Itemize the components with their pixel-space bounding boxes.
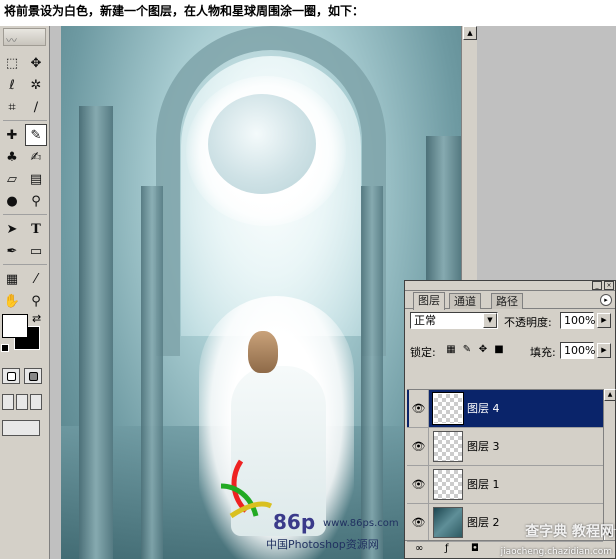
watermark-url: www.86ps.com <box>323 518 399 529</box>
notes-icon[interactable]: ▦ <box>1 268 23 290</box>
tab-layers[interactable]: 图层 <box>413 292 445 310</box>
pillar <box>141 186 163 559</box>
layers-panel: _ × 图层 通道 路径 ▸ 正常 ▼ 不透明度: 100% ▶ 锁定: ▦ ✎… <box>404 280 616 559</box>
blend-mode-select[interactable]: 正常 ▼ <box>410 312 498 329</box>
jump-to-imageready-icon[interactable] <box>2 420 40 436</box>
blend-mode-value: 正常 <box>414 314 436 327</box>
eraser-icon[interactable]: ▱ <box>1 168 23 190</box>
path-select-icon[interactable]: ➤ <box>1 218 23 240</box>
layer-style-icon[interactable]: ƒ <box>445 543 449 554</box>
panel-tabs: 图层 通道 路径 ▸ <box>405 291 615 310</box>
minimize-icon[interactable]: _ <box>592 281 602 290</box>
photoshop-workspace: 〰 ⬚ ✥ ℓ ✲ ⌗ ∕ ✚ ✎ ♣ ✍ ▱ ▤ ● ⚲ ➤ T ✒ ▭ ▦ … <box>0 26 616 559</box>
slice-icon[interactable]: ∕ <box>25 96 47 118</box>
lock-transparency-icon[interactable]: ▦ <box>445 344 457 356</box>
crop-icon[interactable]: ⌗ <box>1 96 23 118</box>
site-watermark: 查字典 教程网 <box>525 524 614 540</box>
default-colors-icon[interactable] <box>1 344 9 352</box>
scroll-up-icon[interactable]: ▲ <box>463 26 477 40</box>
pillar <box>79 106 113 559</box>
lasso-icon[interactable]: ℓ <box>1 74 23 96</box>
chevron-down-icon[interactable]: ▼ <box>483 313 497 328</box>
screen-mode-standard-icon[interactable] <box>2 394 14 410</box>
healing-brush-icon[interactable]: ✚ <box>1 124 23 146</box>
watermark-logo-icon <box>220 459 273 519</box>
panel-titlebar[interactable]: _ × <box>405 281 615 291</box>
tool-separator <box>3 214 47 215</box>
shape-icon[interactable]: ▭ <box>25 240 47 262</box>
quick-mask-icon[interactable] <box>24 368 42 384</box>
tool-separator <box>3 120 47 121</box>
layer-list: 👁 图层 4 👁 图层 3 👁 图层 1 👁 图层 2 <box>407 389 603 542</box>
layer-row[interactable]: 👁 图层 4 <box>407 390 603 428</box>
tab-channels[interactable]: 通道 <box>449 293 481 309</box>
figure-hair <box>248 331 278 373</box>
scroll-up-icon[interactable]: ▲ <box>604 389 616 401</box>
lock-move-icon[interactable]: ✥ <box>477 344 489 356</box>
layer-row[interactable]: 👁 图层 3 <box>407 428 603 466</box>
visibility-eye-icon[interactable]: 👁 <box>409 504 429 541</box>
magic-wand-icon[interactable]: ✲ <box>25 74 47 96</box>
watermark-site-name: 中国Photoshop资源网 <box>266 538 379 551</box>
close-icon[interactable]: × <box>604 281 614 290</box>
link-icon[interactable]: ∞ <box>415 543 423 554</box>
instruction-caption: 将前景设为白色，新建一个图层，在人物和星球周围涂一圈，如下： <box>4 4 365 18</box>
layer-name: 图层 2 <box>467 516 500 529</box>
toolbox: 〰 ⬚ ✥ ℓ ✲ ⌗ ∕ ✚ ✎ ♣ ✍ ▱ ▤ ● ⚲ ➤ T ✒ ▭ ▦ … <box>0 26 50 559</box>
standard-mode-icon[interactable] <box>2 368 20 384</box>
watermark-brand: 86p <box>273 510 316 534</box>
lock-label: 锁定: <box>410 346 436 359</box>
layer-name: 图层 3 <box>467 440 500 453</box>
type-icon[interactable]: T <box>25 218 47 240</box>
site-watermark-url: jiaocheng.chazidian.com <box>500 547 612 557</box>
planet <box>208 94 316 194</box>
move-icon[interactable]: ✥ <box>25 52 47 74</box>
lock-all-icon[interactable]: ■ <box>493 344 505 356</box>
layer-thumbnail <box>433 469 463 500</box>
pen-icon[interactable]: ✒ <box>1 240 23 262</box>
screen-mode-full-menu-icon[interactable] <box>16 394 28 410</box>
screen-mode-full-icon[interactable] <box>30 394 42 410</box>
zoom-icon[interactable]: ⚲ <box>25 290 47 312</box>
lock-row: 锁定: ▦ ✎ ✥ ■ 填充: 100% ▶ <box>405 339 615 363</box>
pillar <box>361 186 383 559</box>
layer-thumbnail <box>433 507 463 538</box>
opacity-input[interactable]: 100% <box>560 312 595 329</box>
tool-separator <box>3 264 47 265</box>
eyedropper-icon[interactable]: ⁄ <box>25 268 47 290</box>
swap-colors-icon[interactable]: ⇄ <box>32 312 41 325</box>
layer-name: 图层 4 <box>467 402 500 415</box>
document-canvas[interactable]: 86p www.86ps.com 中国Photoshop资源网 <box>61 26 461 559</box>
panel-menu-icon[interactable]: ▸ <box>600 294 612 306</box>
gradient-icon[interactable]: ▤ <box>25 168 47 190</box>
visibility-eye-icon[interactable]: 👁 <box>409 390 429 427</box>
foreground-color-swatch[interactable] <box>2 314 28 338</box>
visibility-eye-icon[interactable]: 👁 <box>409 466 429 503</box>
layer-row[interactable]: 👁 图层 1 <box>407 466 603 504</box>
visibility-eye-icon[interactable]: 👁 <box>409 428 429 465</box>
fill-label: 填充: <box>530 346 556 359</box>
dodge-icon[interactable]: ⚲ <box>25 190 47 212</box>
feather-icon: 〰 <box>6 34 17 47</box>
fill-slider-icon[interactable]: ▶ <box>597 343 611 358</box>
hand-icon[interactable]: ✋ <box>1 290 23 312</box>
blend-row: 正常 ▼ 不透明度: 100% ▶ <box>405 312 615 336</box>
tab-paths[interactable]: 路径 <box>491 293 523 309</box>
lock-brush-icon[interactable]: ✎ <box>461 344 473 356</box>
layers-scrollbar[interactable]: ▲ ▼ <box>603 389 616 541</box>
fill-input[interactable]: 100% <box>560 342 595 359</box>
layer-thumbnail <box>433 431 463 462</box>
clone-stamp-icon[interactable]: ♣ <box>1 146 23 168</box>
opacity-slider-icon[interactable]: ▶ <box>597 313 611 328</box>
mask-icon[interactable]: ◘ <box>471 543 479 554</box>
rect-marquee-icon[interactable]: ⬚ <box>1 52 23 74</box>
blur-icon[interactable]: ● <box>1 190 23 212</box>
layer-name: 图层 1 <box>467 478 500 491</box>
history-brush-icon[interactable]: ✍ <box>25 146 47 168</box>
opacity-label: 不透明度: <box>504 316 552 329</box>
layer-thumbnail <box>432 392 464 425</box>
brush-icon[interactable]: ✎ <box>25 124 47 146</box>
